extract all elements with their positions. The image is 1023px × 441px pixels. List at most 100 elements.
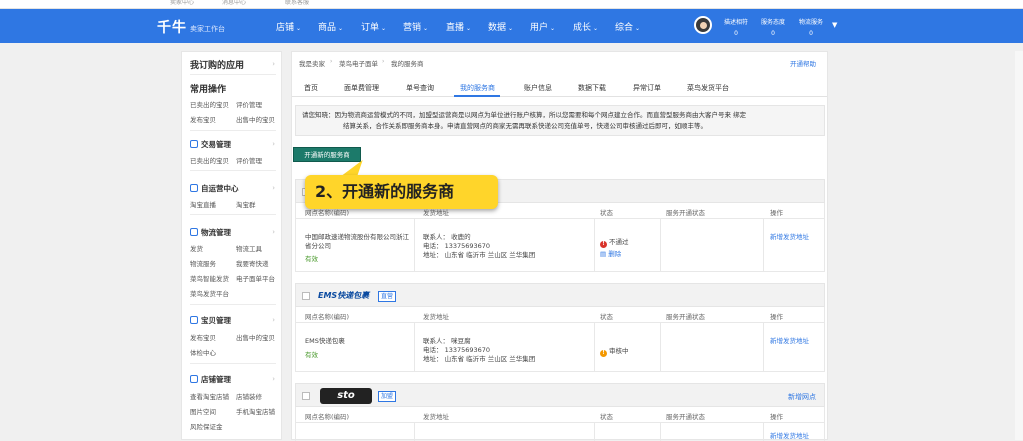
add-ship-address-link[interactable]: 新增发货地址 [770, 432, 809, 441]
tab-fee[interactable]: 面单费管理 [344, 83, 379, 93]
sidebar-link[interactable]: 物流工具 [236, 243, 262, 253]
sidebar-link[interactable]: 电子面单平台 [236, 273, 275, 283]
tab-home[interactable]: 首页 [304, 83, 318, 93]
sidebar-section-store[interactable]: 店铺管理 [190, 374, 231, 385]
sidebar-link[interactable]: 发货 [190, 243, 203, 253]
nav-item-store[interactable]: 店铺 ⌄ [276, 20, 301, 33]
tab-my-providers[interactable]: 我的服务商 [460, 83, 495, 93]
breadcrumb-item: 我的服务商 [391, 60, 424, 68]
column-header: 网点名称(编码) [305, 313, 350, 321]
caret-down-icon[interactable]: ▼ [832, 21, 837, 29]
sidebar-link[interactable]: 物流服务 [190, 258, 216, 268]
sidebar-link[interactable]: 发布宝贝 [190, 332, 216, 342]
avatar[interactable] [694, 16, 712, 34]
ship-address: 地址： 山东省 临沂市 兰山区 兰华集团 [423, 355, 536, 363]
divider [190, 170, 276, 171]
nav-item-marketing[interactable]: 营销 ⌄ [403, 20, 428, 33]
provider-header: EMS快递包裹 直营 [295, 283, 825, 307]
sidebar-title[interactable]: 我订购的应用 [190, 58, 244, 71]
open-new-provider-button[interactable]: 开通新的服务商 [293, 147, 361, 162]
error-icon: ! [600, 241, 607, 248]
stat-description[interactable]: 描述相符 0 [718, 17, 754, 39]
sidebar-link[interactable]: 体检中心 [190, 347, 216, 357]
tab-bar: 首页 面单费管理 单号查询 我的服务商 账户信息 数据下载 异常订单 菜鸟发货平… [292, 79, 827, 97]
sidebar-link[interactable]: 出售中的宝贝 [236, 332, 275, 342]
help-link[interactable]: 开通帮助 [790, 58, 816, 68]
sidebar-link[interactable]: 评价管理 [236, 99, 262, 109]
sidebar-link[interactable]: 已卖出的宝贝 [190, 155, 229, 165]
provider-checkbox[interactable] [302, 292, 310, 300]
column-header-row: 网点名称(编码) 发货地址 状态 服务开通状态 操作 [295, 307, 825, 323]
trash-icon: ▤ [600, 250, 609, 258]
direct-tag: 直营 [378, 291, 397, 302]
sidebar-link[interactable]: 我要寄快递 [236, 258, 269, 268]
add-ship-address-link[interactable]: 新增发货地址 [770, 337, 809, 346]
sidebar-link[interactable]: 图片空间 [190, 406, 216, 416]
sidebar-section-items[interactable]: 宝贝管理 [190, 315, 231, 326]
column-header: 发货地址 [423, 313, 449, 321]
stat-logistics[interactable]: 物流服务 0 [793, 17, 829, 39]
column-header: 发货地址 [423, 413, 449, 421]
add-branch-link[interactable]: 新增网点 [788, 392, 816, 402]
sidebar-section-self-ops[interactable]: 自运营中心 [190, 183, 239, 194]
tab-account[interactable]: 账户信息 [524, 83, 552, 93]
app-subtitle: 卖家工作台 [190, 25, 225, 33]
breadcrumb-item[interactable]: 菜鸟电子面单 [339, 58, 378, 68]
topstrip-link[interactable]: 消息中心 [222, 0, 246, 6]
sidebar-link[interactable]: 已卖出的宝贝 [190, 99, 229, 109]
tab-exceptions[interactable]: 异常订单 [633, 83, 661, 93]
nav-item-general[interactable]: 综合 ⌄ [615, 20, 640, 33]
stat-service[interactable]: 服务态度 0 [755, 17, 791, 39]
app-logo[interactable]: 千牛 [157, 17, 187, 37]
effective-badge: 有效 [305, 351, 318, 359]
sidebar-link[interactable]: 淘宝群 [236, 199, 256, 209]
truck-icon [190, 228, 198, 236]
chevron-down-icon: ⌄ [423, 25, 429, 32]
provider-checkbox[interactable] [302, 392, 310, 400]
chevron-down-icon: ⌄ [381, 25, 387, 32]
ship-address: 地址： 山东省 临沂市 兰山区 兰华集团 [423, 251, 536, 259]
tab-download[interactable]: 数据下载 [578, 83, 606, 93]
add-ship-address-link[interactable]: 新增发货地址 [770, 233, 809, 242]
sidebar-link[interactable]: 淘宝直播 [190, 199, 216, 209]
contact-phone: 电话： 13375693670 [423, 242, 491, 250]
nav-item-users[interactable]: 用户 ⌄ [530, 20, 555, 33]
sidebar-link[interactable]: 手机淘宝店铺 [236, 406, 275, 416]
sidebar-link[interactable]: 菜鸟发货平台 [190, 288, 229, 298]
active-tab-indicator [454, 95, 500, 97]
scrollbar[interactable] [1015, 51, 1023, 440]
nav-item-goods[interactable]: 商品 ⌄ [318, 20, 343, 33]
sidebar-link[interactable]: 出售中的宝贝 [236, 114, 275, 124]
top-strip: 卖家中心 消息中心 联系客服 [0, 0, 1023, 9]
tutorial-callout: 2、开通新的服务商 [305, 175, 498, 209]
sidebar-section-trade[interactable]: 交易管理 [190, 139, 231, 150]
sidebar-link[interactable]: 风险保证金 [190, 421, 223, 431]
sidebar-link[interactable]: 评价管理 [236, 155, 262, 165]
topstrip-link[interactable]: 卖家中心 [170, 0, 194, 6]
sidebar-link[interactable]: 店铺装修 [236, 391, 262, 401]
topstrip-link[interactable]: 联系客服 [285, 0, 309, 6]
branch-name: EMS快递包裹 [305, 337, 345, 345]
nav-item-growth[interactable]: 成长 ⌄ [573, 20, 598, 33]
tab-cainiao-ship[interactable]: 菜鸟发货平台 [687, 83, 729, 93]
chevron-down-icon: ⌄ [635, 25, 641, 32]
column-divider [660, 219, 661, 271]
chevron-down-icon: ⌄ [508, 25, 514, 32]
sidebar-link[interactable]: 菜鸟智能发货 [190, 273, 229, 283]
sidebar-link[interactable]: 发布宝贝 [190, 114, 216, 124]
chevron-right-icon: › [272, 228, 275, 236]
sidebar-section-logistics[interactable]: 物流管理 [190, 227, 231, 238]
divider [190, 74, 276, 75]
column-header: 服务开通状态 [666, 413, 705, 421]
tab-number-query[interactable]: 单号查询 [406, 83, 434, 93]
breadcrumb-separator: › [382, 58, 385, 65]
sidebar-link[interactable]: 查看淘宝店铺 [190, 391, 229, 401]
nav-item-live[interactable]: 直播 ⌄ [446, 20, 471, 33]
breadcrumb-item[interactable]: 我是卖家 [299, 58, 325, 68]
nav-item-data[interactable]: 数据 ⌄ [488, 20, 513, 33]
bag-icon [190, 316, 198, 324]
nav-item-orders[interactable]: 订单 ⌄ [361, 20, 386, 33]
divider [190, 363, 276, 364]
column-divider [414, 219, 415, 271]
delete-link[interactable]: ▤ 删除 [600, 250, 621, 259]
